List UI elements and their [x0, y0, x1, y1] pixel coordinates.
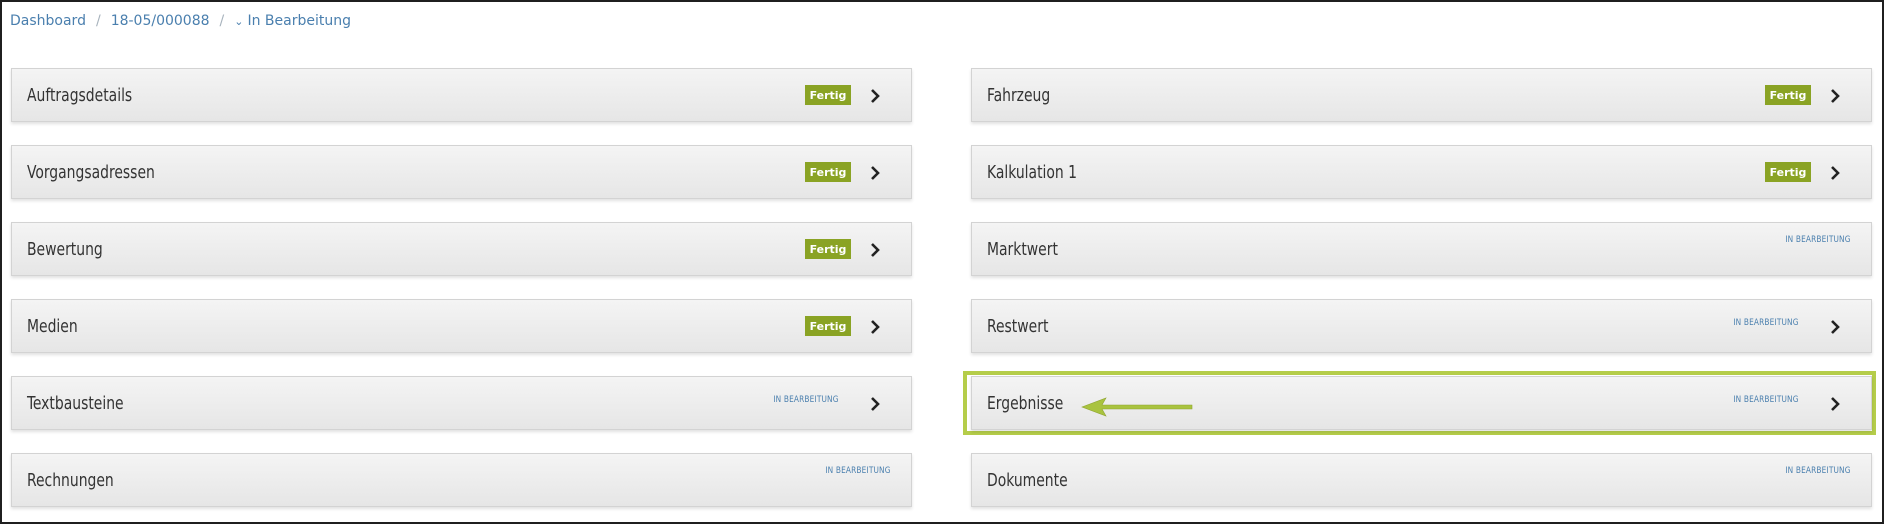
section-fahrzeug[interactable]: Fahrzeug Fertig	[971, 68, 1872, 122]
section-title: Dokumente	[987, 469, 1068, 491]
chevron-right-icon[interactable]	[1825, 317, 1845, 337]
chevron-right-icon[interactable]	[1825, 86, 1845, 106]
status-badge: Fertig	[1765, 162, 1811, 182]
status-label: IN BEARBEITUNG	[1733, 318, 1799, 328]
section-title: Marktwert	[987, 238, 1058, 260]
status-label: IN BEARBEITUNG	[1785, 466, 1851, 476]
breadcrumb-order[interactable]: 18-05/000088	[111, 13, 210, 29]
chevron-right-icon[interactable]	[1825, 394, 1845, 414]
section-title: Rechnungen	[27, 469, 114, 491]
section-bewertung[interactable]: Bewertung Fertig	[11, 222, 912, 276]
breadcrumb: Dashboard / 18-05/000088 / ⌄ In Bearbeitu…	[10, 11, 351, 31]
section-textbausteine[interactable]: Textbausteine IN BEARBEITUNG	[11, 376, 912, 430]
status-badge: Fertig	[1765, 85, 1811, 105]
section-marktwert[interactable]: Marktwert IN BEARBEITUNG	[971, 222, 1872, 276]
section-title: Textbausteine	[27, 392, 124, 414]
arrow-left-icon	[1081, 397, 1193, 417]
status-label: IN BEARBEITUNG	[825, 466, 891, 476]
status-badge: Fertig	[805, 162, 851, 182]
section-title: Fahrzeug	[987, 84, 1051, 106]
chevron-right-icon[interactable]	[865, 394, 885, 414]
section-auftragsdetails[interactable]: Auftragsdetails Fertig	[11, 68, 912, 122]
section-vorgangsadressen[interactable]: Vorgangsadressen Fertig	[11, 145, 912, 199]
chevron-right-icon[interactable]	[865, 86, 885, 106]
chevron-right-icon[interactable]	[865, 163, 885, 183]
section-restwert[interactable]: Restwert IN BEARBEITUNG	[971, 299, 1872, 353]
section-dokumente[interactable]: Dokumente IN BEARBEITUNG	[971, 453, 1872, 507]
status-badge: Fertig	[805, 316, 851, 336]
section-title: Auftragsdetails	[27, 84, 133, 106]
status-label: IN BEARBEITUNG	[1733, 395, 1799, 405]
section-medien[interactable]: Medien Fertig	[11, 299, 912, 353]
section-title: Restwert	[987, 315, 1049, 337]
section-rechnungen[interactable]: Rechnungen IN BEARBEITUNG	[11, 453, 912, 507]
section-title: Ergebnisse	[987, 392, 1064, 414]
section-title: Kalkulation 1	[987, 161, 1078, 183]
breadcrumb-status-label: In Bearbeitung	[247, 13, 351, 29]
chevron-right-icon[interactable]	[865, 317, 885, 337]
breadcrumb-separator: /	[95, 13, 101, 29]
breadcrumb-status-dropdown[interactable]: ⌄ In Bearbeitung	[234, 13, 351, 29]
status-label: IN BEARBEITUNG	[773, 395, 839, 405]
breadcrumb-separator: /	[219, 13, 225, 29]
breadcrumb-dashboard[interactable]: Dashboard	[10, 13, 86, 29]
chevron-down-icon: ⌄	[234, 15, 244, 28]
chevron-right-icon[interactable]	[1825, 163, 1845, 183]
status-badge: Fertig	[805, 239, 851, 259]
section-kalkulation-1[interactable]: Kalkulation 1 Fertig	[971, 145, 1872, 199]
status-badge: Fertig	[805, 85, 851, 105]
section-title: Vorgangsadressen	[27, 161, 155, 183]
section-title: Bewertung	[27, 238, 103, 260]
section-title: Medien	[27, 315, 78, 337]
chevron-right-icon[interactable]	[865, 240, 885, 260]
status-label: IN BEARBEITUNG	[1785, 235, 1851, 245]
